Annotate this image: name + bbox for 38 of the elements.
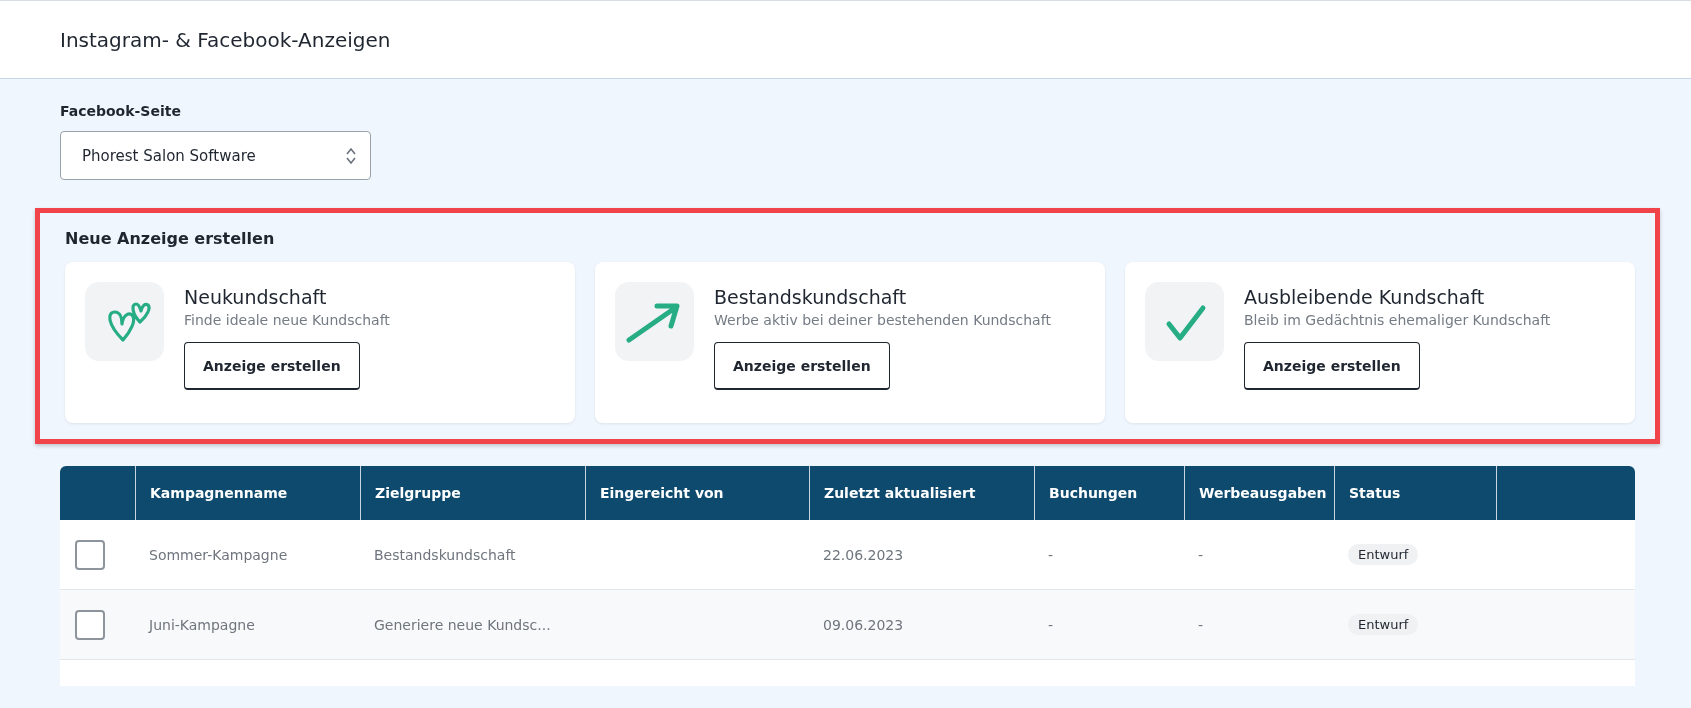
row-checkbox[interactable] bbox=[75, 539, 105, 570]
card-subtitle: Werbe aktiv bei deiner bestehenden Kundschaft bbox=[714, 312, 1051, 328]
card-title: Bestandskundschaft bbox=[714, 286, 908, 308]
table-cell-text: 09.06.2023 bbox=[822, 616, 905, 633]
page-select[interactable]: Phorest Salon Software bbox=[60, 131, 371, 180]
table-cell-text: - bbox=[1047, 616, 1055, 633]
row-checkbox[interactable] bbox=[75, 609, 105, 640]
create-ad-button[interactable]: Anzeige erstellen bbox=[1244, 342, 1420, 390]
table-cell-text: 22.06.2023 bbox=[822, 546, 905, 563]
hearts-icon bbox=[108, 302, 151, 342]
column-header: Eingereicht von bbox=[585, 466, 809, 520]
page-title: Instagram- & Facebook-Anzeigen bbox=[60, 27, 391, 52]
create-ad-button[interactable]: Anzeige erstellen bbox=[714, 342, 890, 390]
column-header: Buchungen bbox=[1034, 466, 1184, 520]
status-badge: Entwurf bbox=[1348, 614, 1419, 635]
column-header: Status bbox=[1334, 466, 1496, 520]
sort-caret-icon bbox=[346, 146, 356, 165]
table-cell-text: - bbox=[1047, 546, 1055, 563]
card-subtitle: Finde ideale neue Kundschaft bbox=[184, 312, 390, 328]
column-header: Werbeausgaben bbox=[1184, 466, 1334, 520]
field-label: Facebook-Seite bbox=[60, 103, 182, 119]
create-ad-button[interactable]: Anzeige erstellen bbox=[184, 342, 360, 390]
column-header: Zuletzt aktualisiert bbox=[809, 466, 1034, 520]
table-cell-text: Sommer-Kampagne bbox=[148, 546, 289, 563]
arrow-icon bbox=[626, 303, 680, 343]
checkmark-icon bbox=[1166, 305, 1206, 341]
table-cell-text: Juni-Kampagne bbox=[147, 616, 256, 633]
table-cell-text: Generiere neue Kundsc... bbox=[373, 616, 552, 633]
table-cell-text: Bestandskundschaft bbox=[373, 546, 517, 563]
column-header: Zielgruppe bbox=[360, 466, 585, 520]
table-cell-text: - bbox=[1197, 616, 1205, 633]
status-badge: Entwurf bbox=[1348, 544, 1419, 565]
card-title: Ausbleibende Kundschaft bbox=[1244, 286, 1486, 308]
card-title: Neukundschaft bbox=[184, 286, 328, 308]
table-cell-text: - bbox=[1197, 546, 1205, 563]
section-title: Neue Anzeige erstellen bbox=[65, 229, 276, 248]
column-header: Kampagnenname bbox=[135, 466, 360, 520]
card-subtitle: Bleib im Gedächtnis ehemaliger Kundschaft bbox=[1244, 312, 1551, 328]
